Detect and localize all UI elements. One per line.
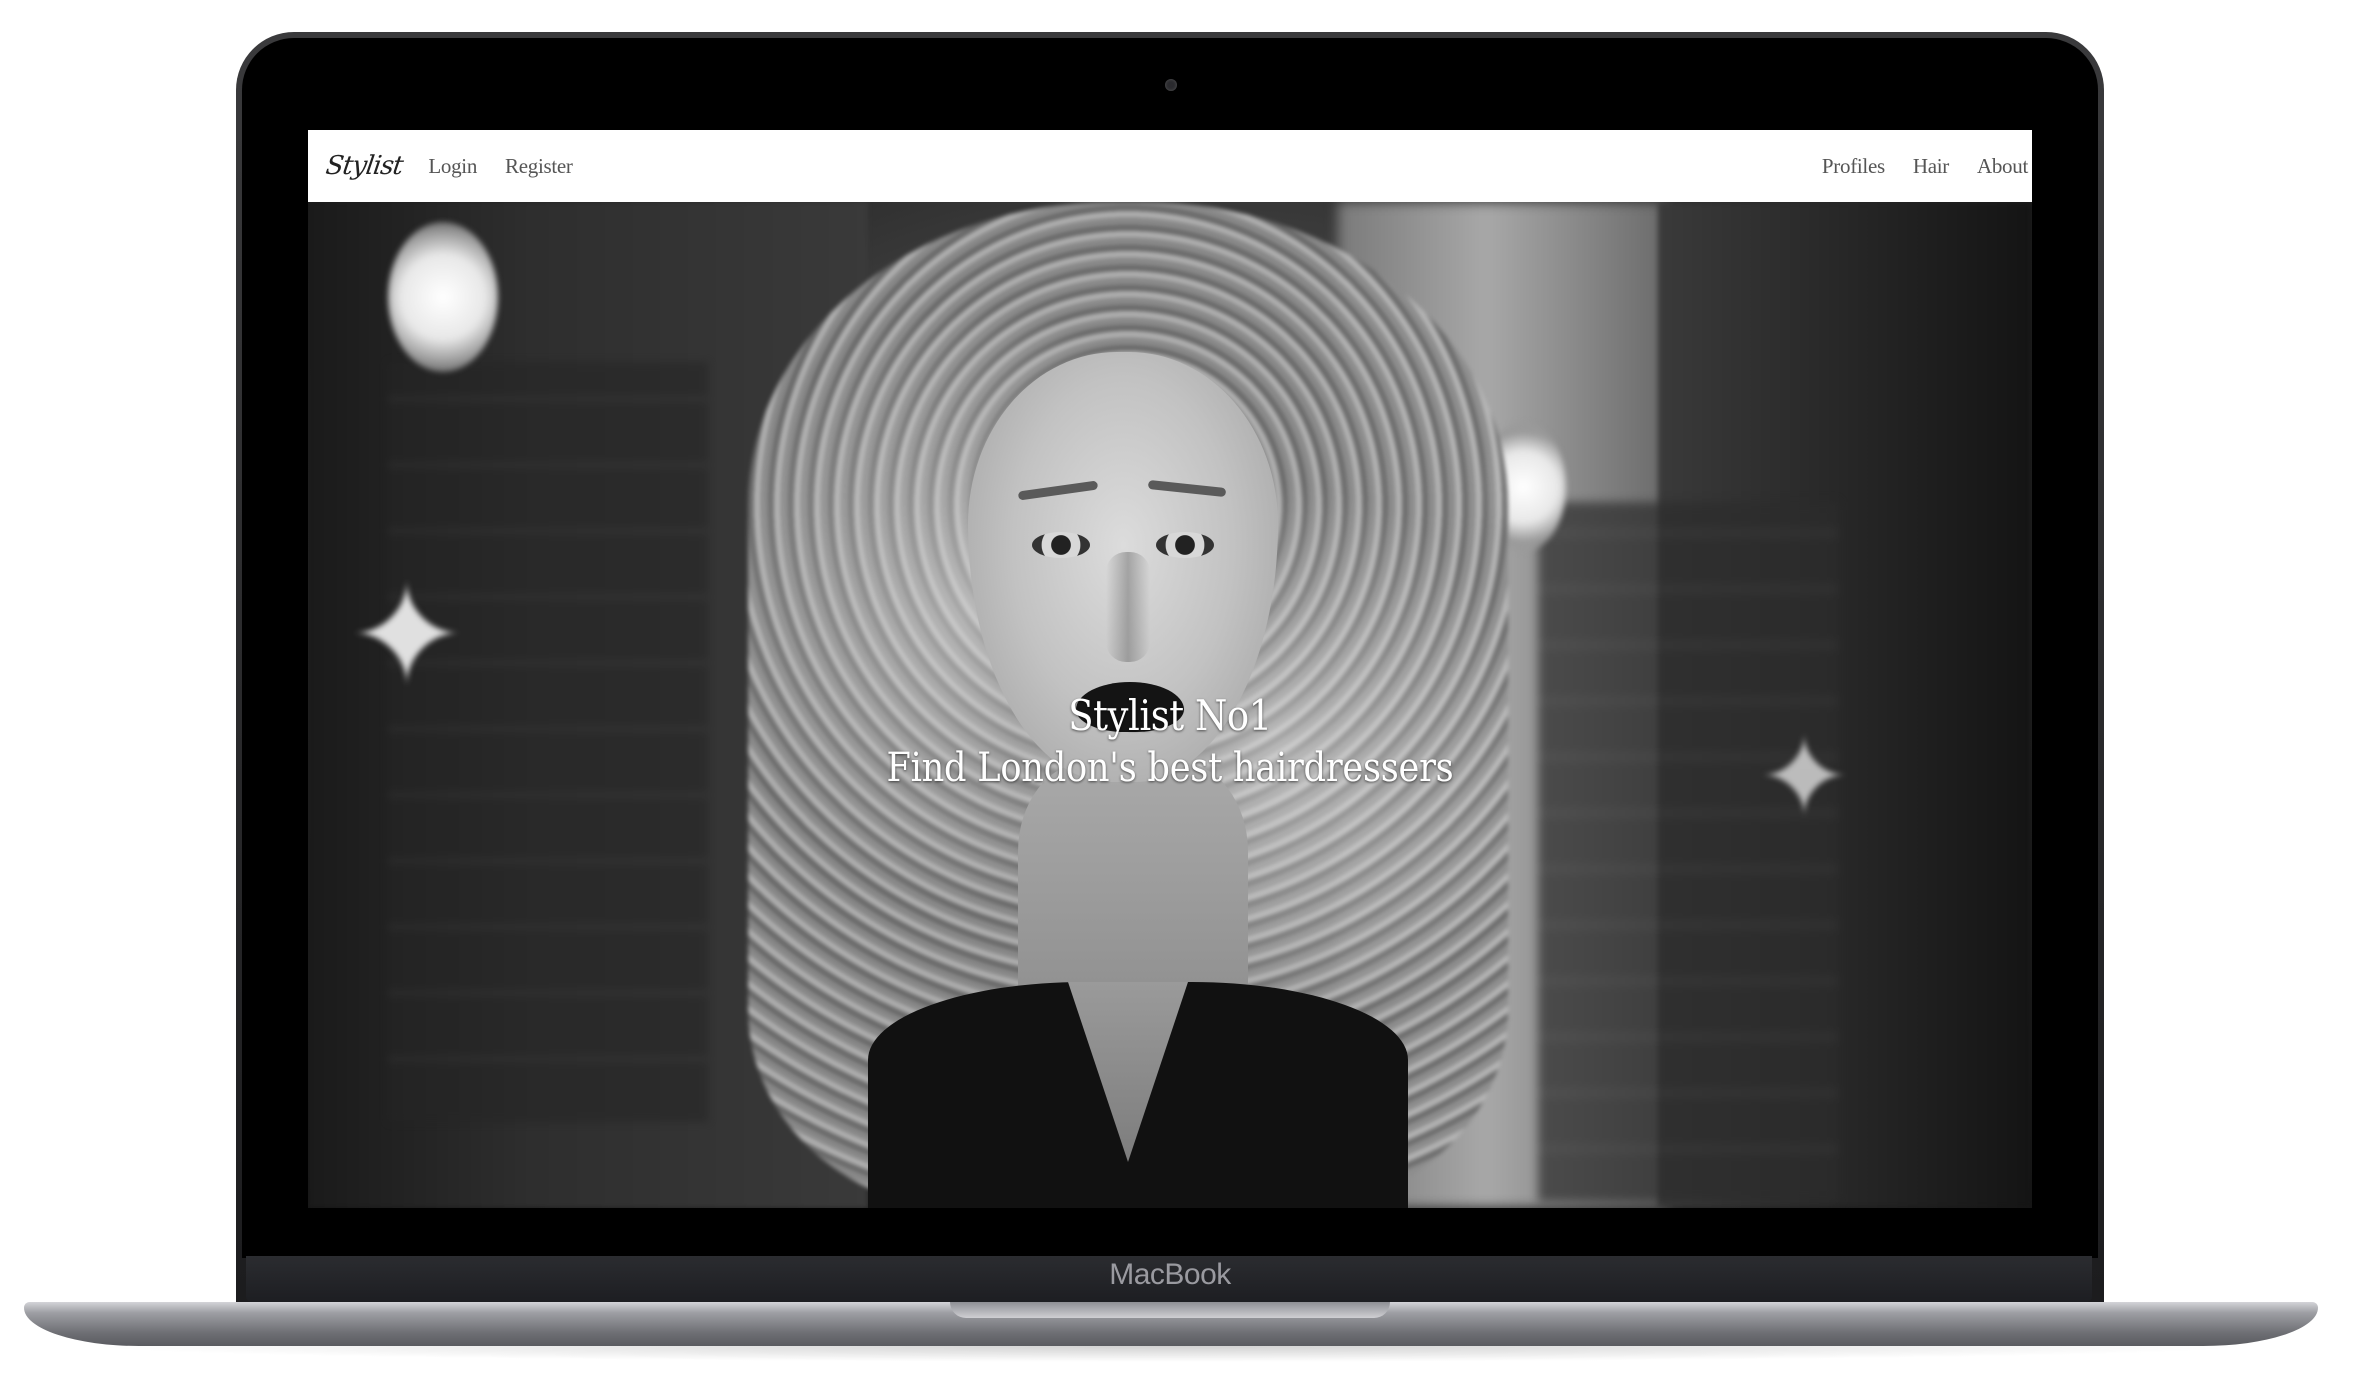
hero-title: Stylist No1 <box>1068 691 1272 740</box>
portrait-nose <box>1106 552 1150 662</box>
hero-bg-ornament: ✦ <box>348 555 466 718</box>
browser-screen: Stylist Login Register Profiles Hair Abo… <box>308 130 2032 1208</box>
laptop-shadow <box>80 1346 2260 1362</box>
nav-profiles-link[interactable]: Profiles <box>1822 154 1885 179</box>
nav-login-link[interactable]: Login <box>428 154 477 179</box>
hero-section: ✦ ✦ Stylist No1 Find London's best haird… <box>308 202 2032 1208</box>
hero-subtitle: Find London's best hairdressers <box>886 745 1454 791</box>
nav-left-links: Login Register <box>428 154 573 179</box>
mockup-stage: Stylist Login Register Profiles Hair Abo… <box>0 0 2358 1392</box>
navbar: Stylist Login Register Profiles Hair Abo… <box>308 130 2032 202</box>
nav-register-link[interactable]: Register <box>505 154 573 179</box>
laptop-notch <box>950 1302 1390 1318</box>
nav-about-link[interactable]: About <box>1977 154 2028 179</box>
webcam-icon <box>1165 79 1177 91</box>
hero-bg-lamp <box>388 222 498 372</box>
device-model-label: MacBook <box>1109 1258 1231 1291</box>
portrait-eye <box>1156 532 1214 558</box>
portrait-eye <box>1032 532 1090 558</box>
nav-hair-link[interactable]: Hair <box>1913 154 1949 179</box>
hero-bg-panel-right <box>1538 502 1838 1202</box>
brand-logo[interactable]: Stylist <box>324 151 405 181</box>
hero-caption: Stylist No1 Find London's best hairdress… <box>308 690 2032 794</box>
nav-right-links: Profiles Hair About <box>1822 154 2028 179</box>
